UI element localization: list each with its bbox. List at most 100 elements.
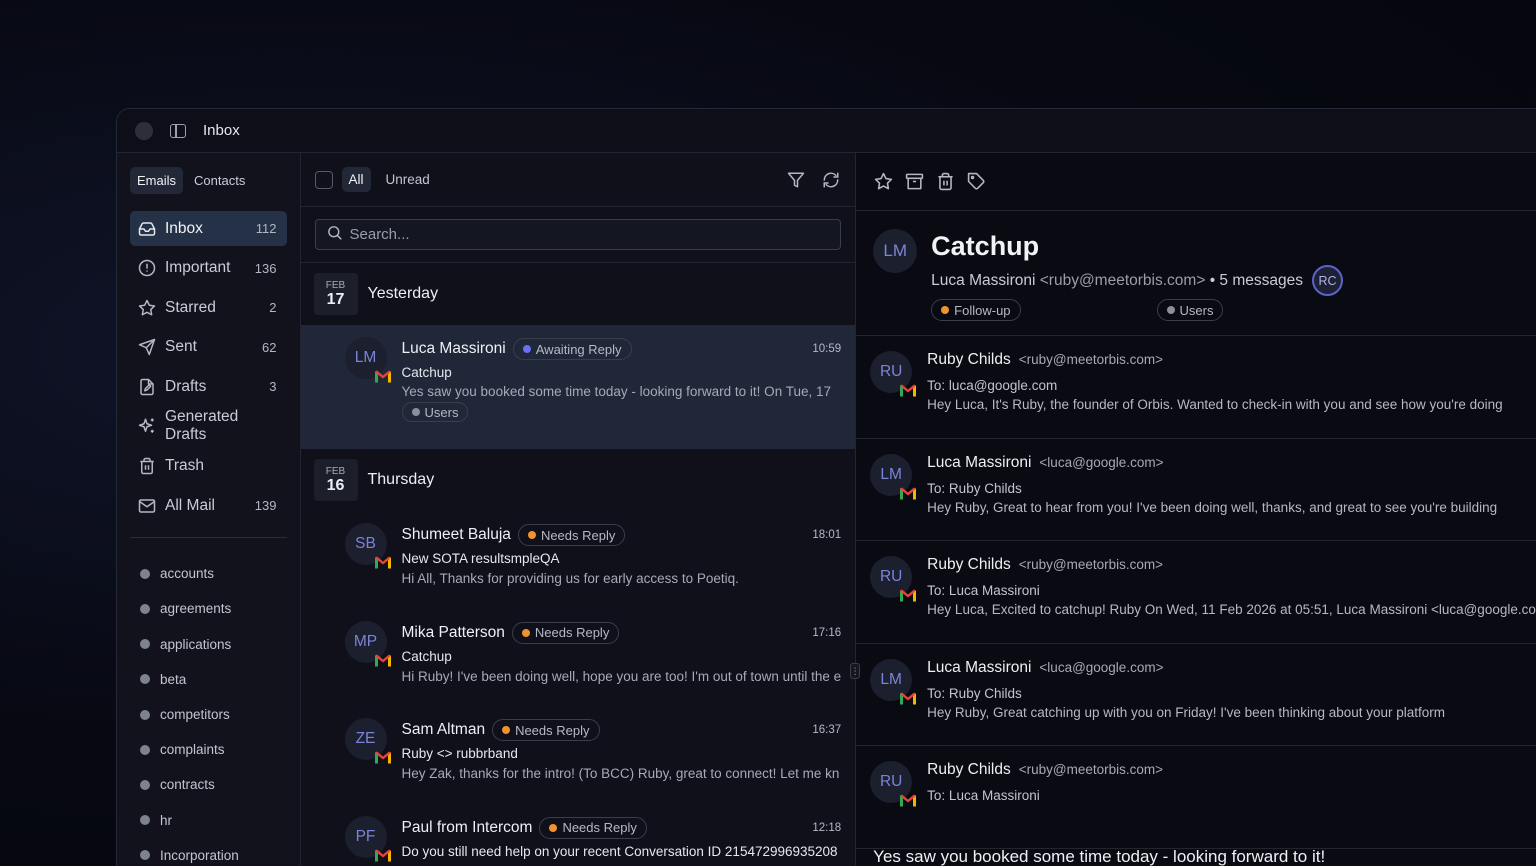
trash-icon[interactable]	[935, 172, 955, 192]
email-time: 10:59	[812, 343, 842, 355]
tag-label: Users	[1179, 302, 1214, 318]
participant-avatar[interactable]: RC	[1312, 265, 1343, 296]
avatar-initials: LM	[883, 241, 907, 260]
email-row[interactable]: MP Mika Patterson Needs Reply 17:16 Catc…	[301, 609, 856, 707]
status-label: Needs Reply	[562, 820, 637, 835]
title-bar: Inbox	[117, 109, 1536, 153]
email-row[interactable]: ZE Sam Altman Needs Reply 16:37 Ruby <> …	[301, 706, 856, 804]
inbox-icon	[138, 220, 156, 238]
email-subject: New SOTA resultsmpleQA	[401, 551, 560, 566]
refresh-icon[interactable]	[821, 170, 841, 190]
email-row[interactable]: SB Shumeet Baluja Needs Reply 18:01 New …	[301, 511, 856, 609]
tag-icon[interactable]	[966, 172, 986, 192]
date-group-label: Yesterday	[367, 285, 439, 302]
window-close-dot[interactable]	[135, 121, 153, 140]
sender-address: <luca@google.com>	[1039, 659, 1164, 675]
tag-badge[interactable]: Follow-up	[931, 299, 1021, 321]
label-item[interactable]: complaints	[130, 732, 287, 767]
message-body: Yes saw you booked some time today - loo…	[873, 847, 1326, 866]
label-dot-icon	[140, 850, 150, 861]
label-item[interactable]: hr	[130, 802, 287, 837]
status-badge[interactable]: Needs Reply	[511, 621, 620, 644]
avatar-initials: ZE	[355, 730, 376, 747]
thread-message[interactable]: LM Luca Massironi <luca@google.com> To: R…	[856, 644, 1536, 747]
sidebar-item-all-mail[interactable]: All Mail 139	[130, 488, 287, 523]
select-all-checkbox[interactable]	[314, 170, 333, 189]
avatar: LM	[870, 453, 917, 500]
message-sender: Luca Massironi <luca@google.com>	[927, 454, 1536, 472]
thread-meta: Luca Massironi <ruby@meetorbis.com> • 5 …	[931, 265, 1343, 296]
email-tags: Users	[401, 402, 842, 422]
sidebar-divider	[130, 537, 287, 539]
message-recipient: To: Ruby Childs	[927, 685, 1022, 701]
sidebar-item-sent[interactable]: Sent 62	[130, 330, 287, 365]
email-content: Sam Altman Needs Reply 16:37 Ruby <> rub…	[401, 718, 841, 796]
email-sender: Paul from Intercom	[401, 818, 533, 836]
email-row[interactable]: PF Paul from Intercom Needs Reply 12:18 …	[301, 804, 856, 866]
filter-all[interactable]: All	[341, 167, 371, 192]
email-list-pane: All Unread FEB 17 Yesterday	[300, 153, 861, 866]
message-sender: Ruby Childs <ruby@meetorbis.com>	[927, 351, 1536, 369]
thread-summary: Catchup Luca Massironi <ruby@meetorbis.c…	[931, 229, 1343, 335]
search-input[interactable]	[349, 226, 810, 243]
label-item[interactable]: competitors	[130, 697, 287, 732]
avatar: LM	[870, 658, 917, 705]
search-box	[314, 219, 842, 250]
status-badge[interactable]: Awaiting Reply	[512, 338, 632, 360]
status-badge[interactable]: Needs Reply	[492, 719, 600, 741]
status-dot-icon	[522, 345, 531, 353]
thread-message[interactable]: RU Ruby Childs <ruby@meetorbis.com> To: L…	[856, 541, 1536, 644]
label-item[interactable]: contracts	[130, 767, 287, 802]
thread-message[interactable]: RU Ruby Childs <ruby@meetorbis.com> To: L…	[856, 746, 1536, 849]
sidebar-item-inbox[interactable]: Inbox 112	[130, 211, 287, 246]
list-toolbar: All Unread	[300, 153, 856, 207]
thread-message[interactable]: RU Ruby Childs <ruby@meetorbis.com> To: l…	[856, 336, 1536, 439]
thread-sender-address: <ruby@meetorbis.com>	[1039, 271, 1206, 289]
label-item[interactable]: Incorporation	[130, 838, 287, 866]
label-item[interactable]: applications	[130, 627, 287, 662]
gmail-icon	[900, 487, 917, 500]
tab-emails[interactable]: Emails	[130, 167, 184, 194]
filter-unread[interactable]: Unread	[379, 167, 437, 192]
tag-badge[interactable]: Users	[401, 402, 469, 422]
status-dot-icon	[521, 628, 530, 637]
status-badge[interactable]: Needs Reply	[539, 816, 647, 839]
label-list: accounts agreements applications beta co…	[130, 556, 287, 866]
sender-address: <ruby@meetorbis.com>	[1018, 557, 1163, 573]
date-group-label: Thursday	[367, 471, 435, 488]
email-time: 17:16	[812, 626, 842, 639]
sidebar-item-generated-drafts[interactable]: Generated Drafts	[130, 408, 287, 444]
label-item[interactable]: beta	[130, 662, 287, 697]
date-badge: FEB 16	[313, 459, 358, 501]
sidebar-toggle-icon[interactable]	[170, 123, 186, 138]
gmail-icon	[900, 589, 917, 602]
email-snippet: Hey Zak, thanks for the intro! (To BCC) …	[401, 766, 840, 781]
pane-resize-handle[interactable]: ⋮	[850, 663, 861, 679]
date-month: FEB	[325, 279, 346, 291]
status-badge[interactable]: Needs Reply	[517, 524, 626, 546]
tag-badge[interactable]: Users	[1156, 299, 1224, 321]
star-icon[interactable]	[873, 172, 893, 192]
sidebar-item-important[interactable]: Important 136	[130, 251, 287, 286]
sidebar-tabs: Emails Contacts	[130, 167, 287, 194]
avatar: LM	[344, 337, 391, 383]
thread-message[interactable]: LM Luca Massironi <luca@google.com> To: R…	[856, 439, 1536, 542]
thread-header: LM Catchup Luca Massironi <ruby@meetorbi…	[856, 211, 1536, 336]
thread-pane: LM Catchup Luca Massironi <ruby@meetorbi…	[856, 153, 1536, 866]
sidebar-item-drafts[interactable]: Drafts 3	[130, 369, 287, 404]
email-row[interactable]: LM Luca Massironi Awaiting Reply 10:59 C…	[300, 325, 856, 449]
filter-icon[interactable]	[786, 170, 806, 190]
label-name: agreements	[160, 601, 232, 617]
email-content: Paul from Intercom Needs Reply 12:18 Do …	[401, 816, 841, 866]
sidebar-item-starred[interactable]: Starred 2	[130, 290, 287, 325]
status-label: Needs Reply	[515, 722, 590, 738]
label-item[interactable]: agreements	[130, 591, 287, 626]
message-recipient: To: luca@google.com	[927, 378, 1058, 393]
status-dot-icon	[549, 823, 558, 832]
sidebar-item-trash[interactable]: Trash	[130, 449, 287, 484]
tab-contacts[interactable]: Contacts	[187, 167, 252, 194]
archive-icon[interactable]	[904, 172, 924, 192]
sidebar-item-label: Generated Drafts	[165, 408, 239, 444]
gmail-icon	[900, 692, 917, 705]
label-item[interactable]: accounts	[130, 556, 287, 591]
